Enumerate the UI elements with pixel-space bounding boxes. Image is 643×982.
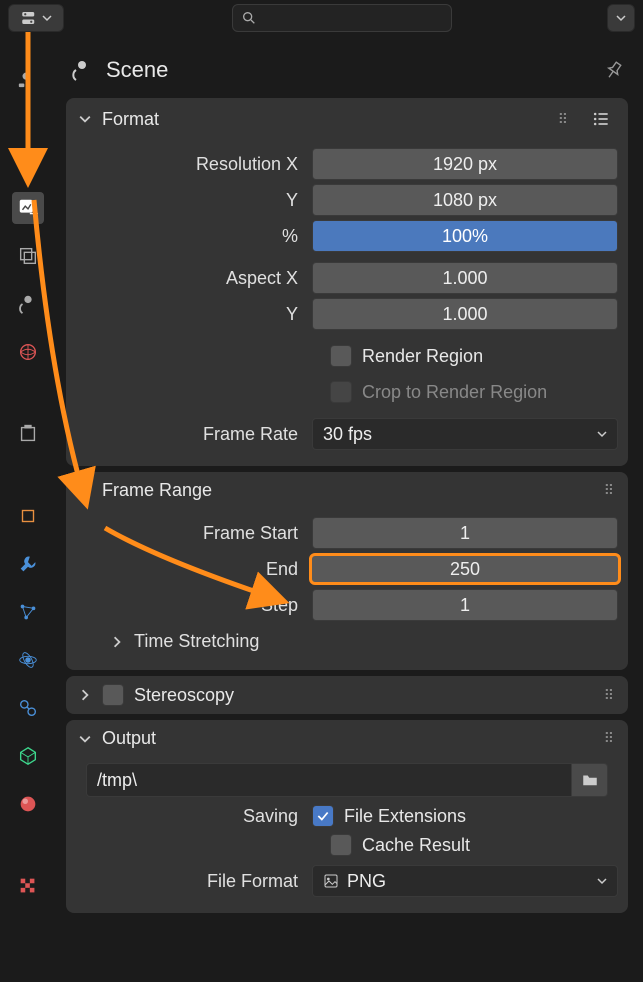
- constraint-tab[interactable]: [12, 692, 44, 724]
- render-region-checkbox[interactable]: [330, 345, 352, 367]
- file-extensions-label: File Extensions: [344, 806, 466, 827]
- stereoscopy-checkbox[interactable]: [102, 684, 124, 706]
- scene-icon: [70, 58, 94, 82]
- top-bar: [0, 0, 643, 36]
- tool-tab[interactable]: [12, 62, 44, 94]
- frame-step-field[interactable]: 1: [312, 589, 618, 621]
- resolution-y-label: Y: [76, 190, 304, 211]
- file-extensions-checkbox[interactable]: [312, 805, 334, 827]
- pin-icon[interactable]: [598, 55, 629, 86]
- resolution-x-label: Resolution X: [76, 154, 304, 175]
- crop-region-label: Crop to Render Region: [362, 382, 547, 403]
- world-tab[interactable]: [12, 336, 44, 368]
- resolution-x-field[interactable]: 1920 px: [312, 148, 618, 180]
- viewlayer-tab[interactable]: [12, 240, 44, 272]
- chevron-down-icon: [616, 13, 626, 23]
- aspect-y-field[interactable]: 1.000: [312, 298, 618, 330]
- aspect-x-label: Aspect X: [76, 268, 304, 289]
- output-panel-header[interactable]: Output ⠿: [66, 720, 628, 757]
- stereoscopy-panel: Stereoscopy ⠿: [66, 676, 628, 714]
- scene-name[interactable]: Scene: [106, 57, 168, 83]
- frame-range-header[interactable]: Frame Range ⠿: [66, 472, 628, 509]
- output-tab[interactable]: [12, 192, 44, 224]
- physics-tab[interactable]: [12, 644, 44, 676]
- stereoscopy-header[interactable]: Stereoscopy ⠿: [66, 676, 628, 714]
- frame-range-title: Frame Range: [102, 480, 212, 501]
- context-header: Scene: [62, 48, 632, 92]
- properties-icon: [20, 9, 38, 27]
- panel-drag-grip[interactable]: ⠿: [604, 482, 616, 499]
- chevron-down-icon: [78, 733, 92, 745]
- output-panel-title: Output: [102, 728, 156, 749]
- output-path-field[interactable]: /tmp\: [86, 763, 572, 797]
- render-region-label: Render Region: [362, 346, 483, 367]
- resolution-y-field[interactable]: 1080 px: [312, 184, 618, 216]
- format-panel-header[interactable]: Format ⠿: [66, 98, 628, 140]
- texture-tab[interactable]: [12, 870, 44, 902]
- frame-rate-dropdown[interactable]: 30 fps: [312, 418, 618, 450]
- time-stretching-label: Time Stretching: [134, 631, 259, 652]
- chevron-right-icon: [78, 689, 92, 701]
- search-input[interactable]: [232, 4, 452, 32]
- chevron-right-icon: [110, 636, 124, 648]
- resolution-percent-label: %: [76, 226, 304, 247]
- panel-drag-grip[interactable]: ⠿: [604, 687, 616, 704]
- frame-range-panel: Frame Range ⠿ Frame Start 1 End 250 Step…: [66, 472, 628, 670]
- properties-content: Scene Format ⠿ Resolution X 1920 px Y 10…: [62, 48, 632, 919]
- file-format-dropdown[interactable]: PNG: [312, 865, 618, 897]
- format-panel-title: Format: [102, 109, 159, 130]
- preset-menu-button[interactable]: [586, 106, 616, 132]
- cache-result-label: Cache Result: [362, 835, 470, 856]
- modifier-tab[interactable]: [12, 548, 44, 580]
- chevron-down-icon: [597, 876, 607, 886]
- file-format-label: File Format: [76, 871, 304, 892]
- options-dropdown-button[interactable]: [607, 4, 635, 32]
- aspect-x-field[interactable]: 1.000: [312, 262, 618, 294]
- frame-step-label: Step: [76, 595, 304, 616]
- chevron-down-icon: [78, 485, 92, 497]
- frame-start-label: Frame Start: [76, 523, 304, 544]
- file-format-value: PNG: [347, 871, 386, 892]
- frame-rate-label: Frame Rate: [76, 424, 304, 445]
- chevron-down-icon: [42, 13, 52, 23]
- format-panel: Format ⠿ Resolution X 1920 px Y 1080 px …: [66, 98, 628, 466]
- chevron-down-icon: [597, 429, 607, 439]
- stereoscopy-title: Stereoscopy: [134, 685, 234, 706]
- objectdata-tab[interactable]: [12, 740, 44, 772]
- frame-rate-value: 30 fps: [323, 424, 372, 445]
- output-panel: Output ⠿ /tmp\ Saving File Extensions: [66, 720, 628, 913]
- editor-type-dropdown[interactable]: [8, 4, 64, 32]
- collection-tab[interactable]: [12, 418, 44, 450]
- frame-end-field[interactable]: 250: [309, 553, 621, 585]
- frame-end-label: End: [76, 559, 304, 580]
- check-icon: [316, 809, 330, 823]
- render-tab[interactable]: [12, 144, 44, 176]
- resolution-percent-field[interactable]: 100%: [312, 220, 618, 252]
- folder-icon: [581, 771, 599, 789]
- image-icon: [323, 873, 339, 889]
- chevron-down-icon: [78, 113, 92, 125]
- time-stretching-header[interactable]: Time Stretching: [76, 623, 618, 656]
- cache-result-checkbox[interactable]: [330, 834, 352, 856]
- material-tab[interactable]: [12, 788, 44, 820]
- object-tab[interactable]: [12, 500, 44, 532]
- saving-label: Saving: [76, 806, 304, 827]
- panel-drag-grip[interactable]: ⠿: [558, 111, 570, 128]
- panel-drag-grip[interactable]: ⠿: [604, 730, 616, 747]
- search-icon: [241, 10, 257, 26]
- particle-tab[interactable]: [12, 596, 44, 628]
- frame-start-field[interactable]: 1: [312, 517, 618, 549]
- property-tab-strip: [0, 50, 56, 970]
- crop-region-checkbox[interactable]: [330, 381, 352, 403]
- aspect-y-label: Y: [76, 304, 304, 325]
- browse-folder-button[interactable]: [572, 763, 608, 797]
- scene-tab[interactable]: [12, 288, 44, 320]
